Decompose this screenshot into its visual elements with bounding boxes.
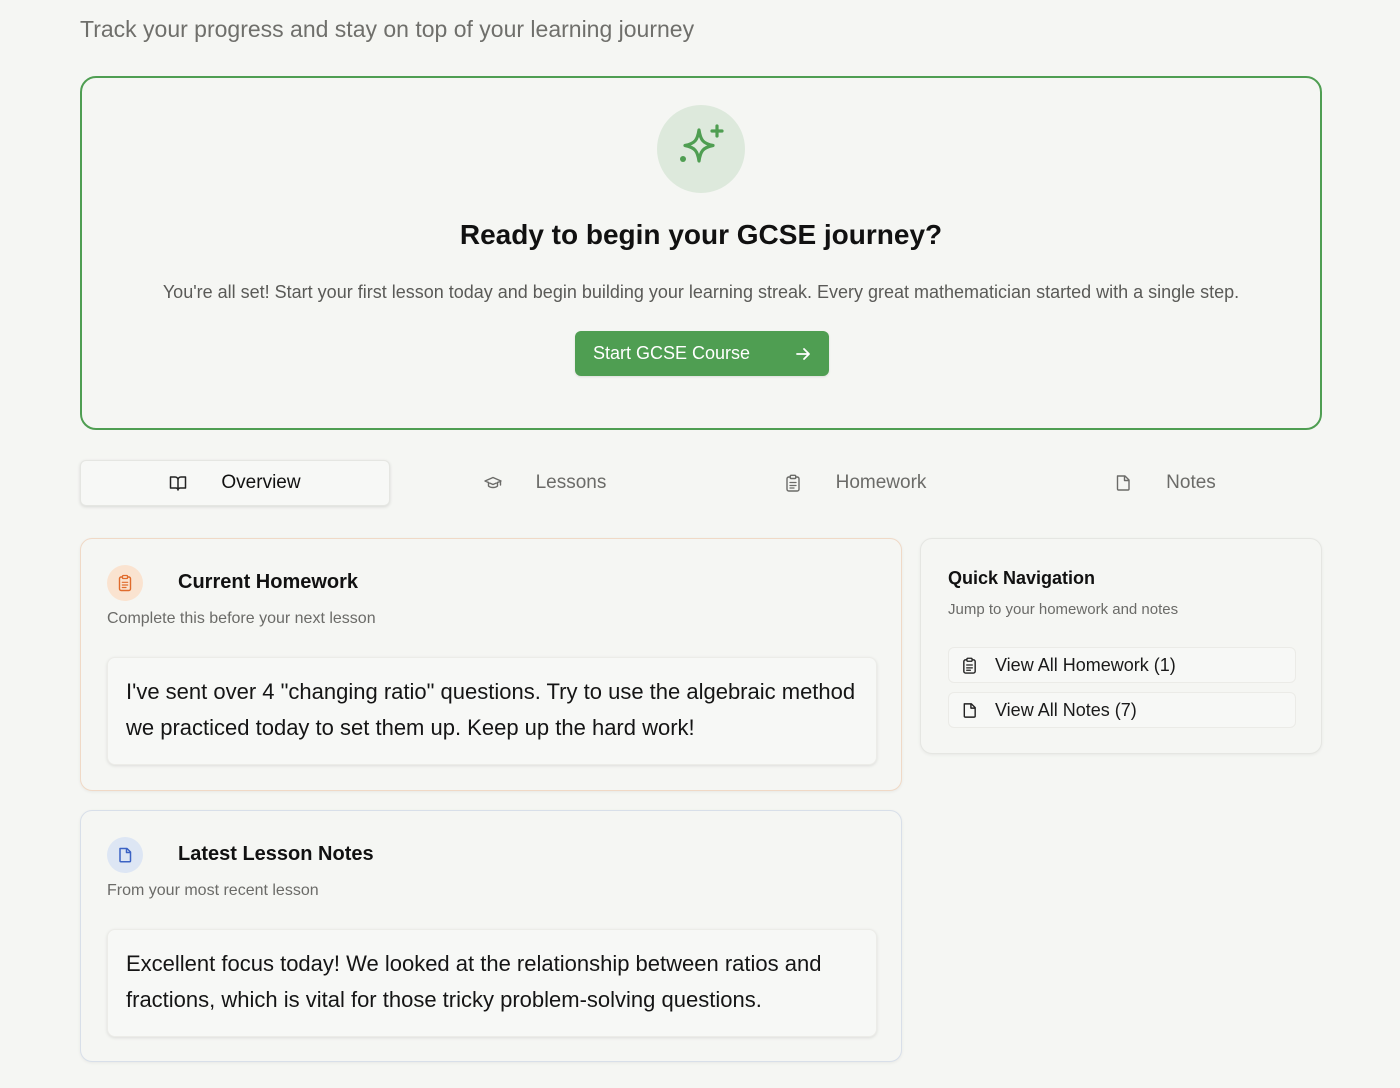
notes-card-body: Excellent focus today! We looked at the … bbox=[107, 929, 877, 1037]
dashboard-page: Track your progress and stay on top of y… bbox=[0, 0, 1400, 1088]
hero-icon-circle bbox=[657, 105, 745, 193]
file-icon bbox=[1114, 474, 1132, 492]
view-all-homework-link[interactable]: View All Homework (1) bbox=[948, 647, 1296, 683]
tab-notes-label: Notes bbox=[1166, 472, 1216, 493]
book-open-icon bbox=[169, 474, 187, 492]
clipboard-icon bbox=[118, 574, 132, 592]
tab-homework-label: Homework bbox=[835, 472, 927, 493]
hero-description: You're all set! Start your first lesson … bbox=[162, 282, 1240, 302]
latest-lesson-notes-card: Latest Lesson Notes From your most recen… bbox=[80, 810, 902, 1062]
homework-card-subtitle: Complete this before your next lesson bbox=[107, 610, 376, 627]
tab-lessons[interactable]: Lessons bbox=[390, 460, 700, 506]
quick-nav-subtitle: Jump to your homework and notes bbox=[948, 601, 1179, 618]
hero-card: Ready to begin your GCSE journey? You're… bbox=[80, 76, 1322, 430]
current-homework-card: Current Homework Complete this before yo… bbox=[80, 538, 902, 791]
quick-navigation-card: Quick Navigation Jump to your homework a… bbox=[920, 538, 1322, 754]
hero-title: Ready to begin your GCSE journey? bbox=[459, 219, 943, 250]
clipboard-icon bbox=[784, 474, 802, 492]
sparkles-icon bbox=[680, 124, 724, 163]
tab-overview[interactable]: Overview bbox=[80, 460, 390, 506]
view-all-homework-label: View All Homework (1) bbox=[995, 654, 1176, 675]
tab-notes[interactable]: Notes bbox=[1010, 460, 1320, 506]
file-icon bbox=[961, 702, 978, 719]
tab-bar: Overview Lessons Homework Notes bbox=[80, 460, 1322, 508]
start-course-button-label: Start GCSE Course bbox=[593, 343, 751, 363]
tab-homework[interactable]: Homework bbox=[700, 460, 1010, 506]
page-subtitle: Track your progress and stay on top of y… bbox=[80, 16, 695, 42]
homework-card-body: I've sent over 4 "changing ratio" questi… bbox=[107, 657, 877, 765]
notes-card-title: Latest Lesson Notes bbox=[178, 843, 374, 865]
arrow-right-icon bbox=[795, 346, 811, 362]
notes-card-subtitle: From your most recent lesson bbox=[107, 882, 319, 899]
view-all-notes-link[interactable]: View All Notes (7) bbox=[948, 692, 1296, 728]
tab-lessons-label: Lessons bbox=[535, 472, 607, 493]
graduation-cap-icon bbox=[483, 474, 502, 492]
notes-icon-circle bbox=[107, 837, 143, 873]
homework-icon-circle bbox=[107, 565, 143, 601]
view-all-notes-label: View All Notes (7) bbox=[995, 699, 1137, 720]
quick-nav-title: Quick Navigation bbox=[948, 568, 1096, 588]
homework-card-title: Current Homework bbox=[178, 571, 359, 593]
start-course-button[interactable]: Start GCSE Course bbox=[575, 331, 829, 376]
clipboard-icon bbox=[961, 657, 978, 674]
file-icon bbox=[119, 847, 132, 863]
tab-overview-label: Overview bbox=[221, 472, 301, 493]
